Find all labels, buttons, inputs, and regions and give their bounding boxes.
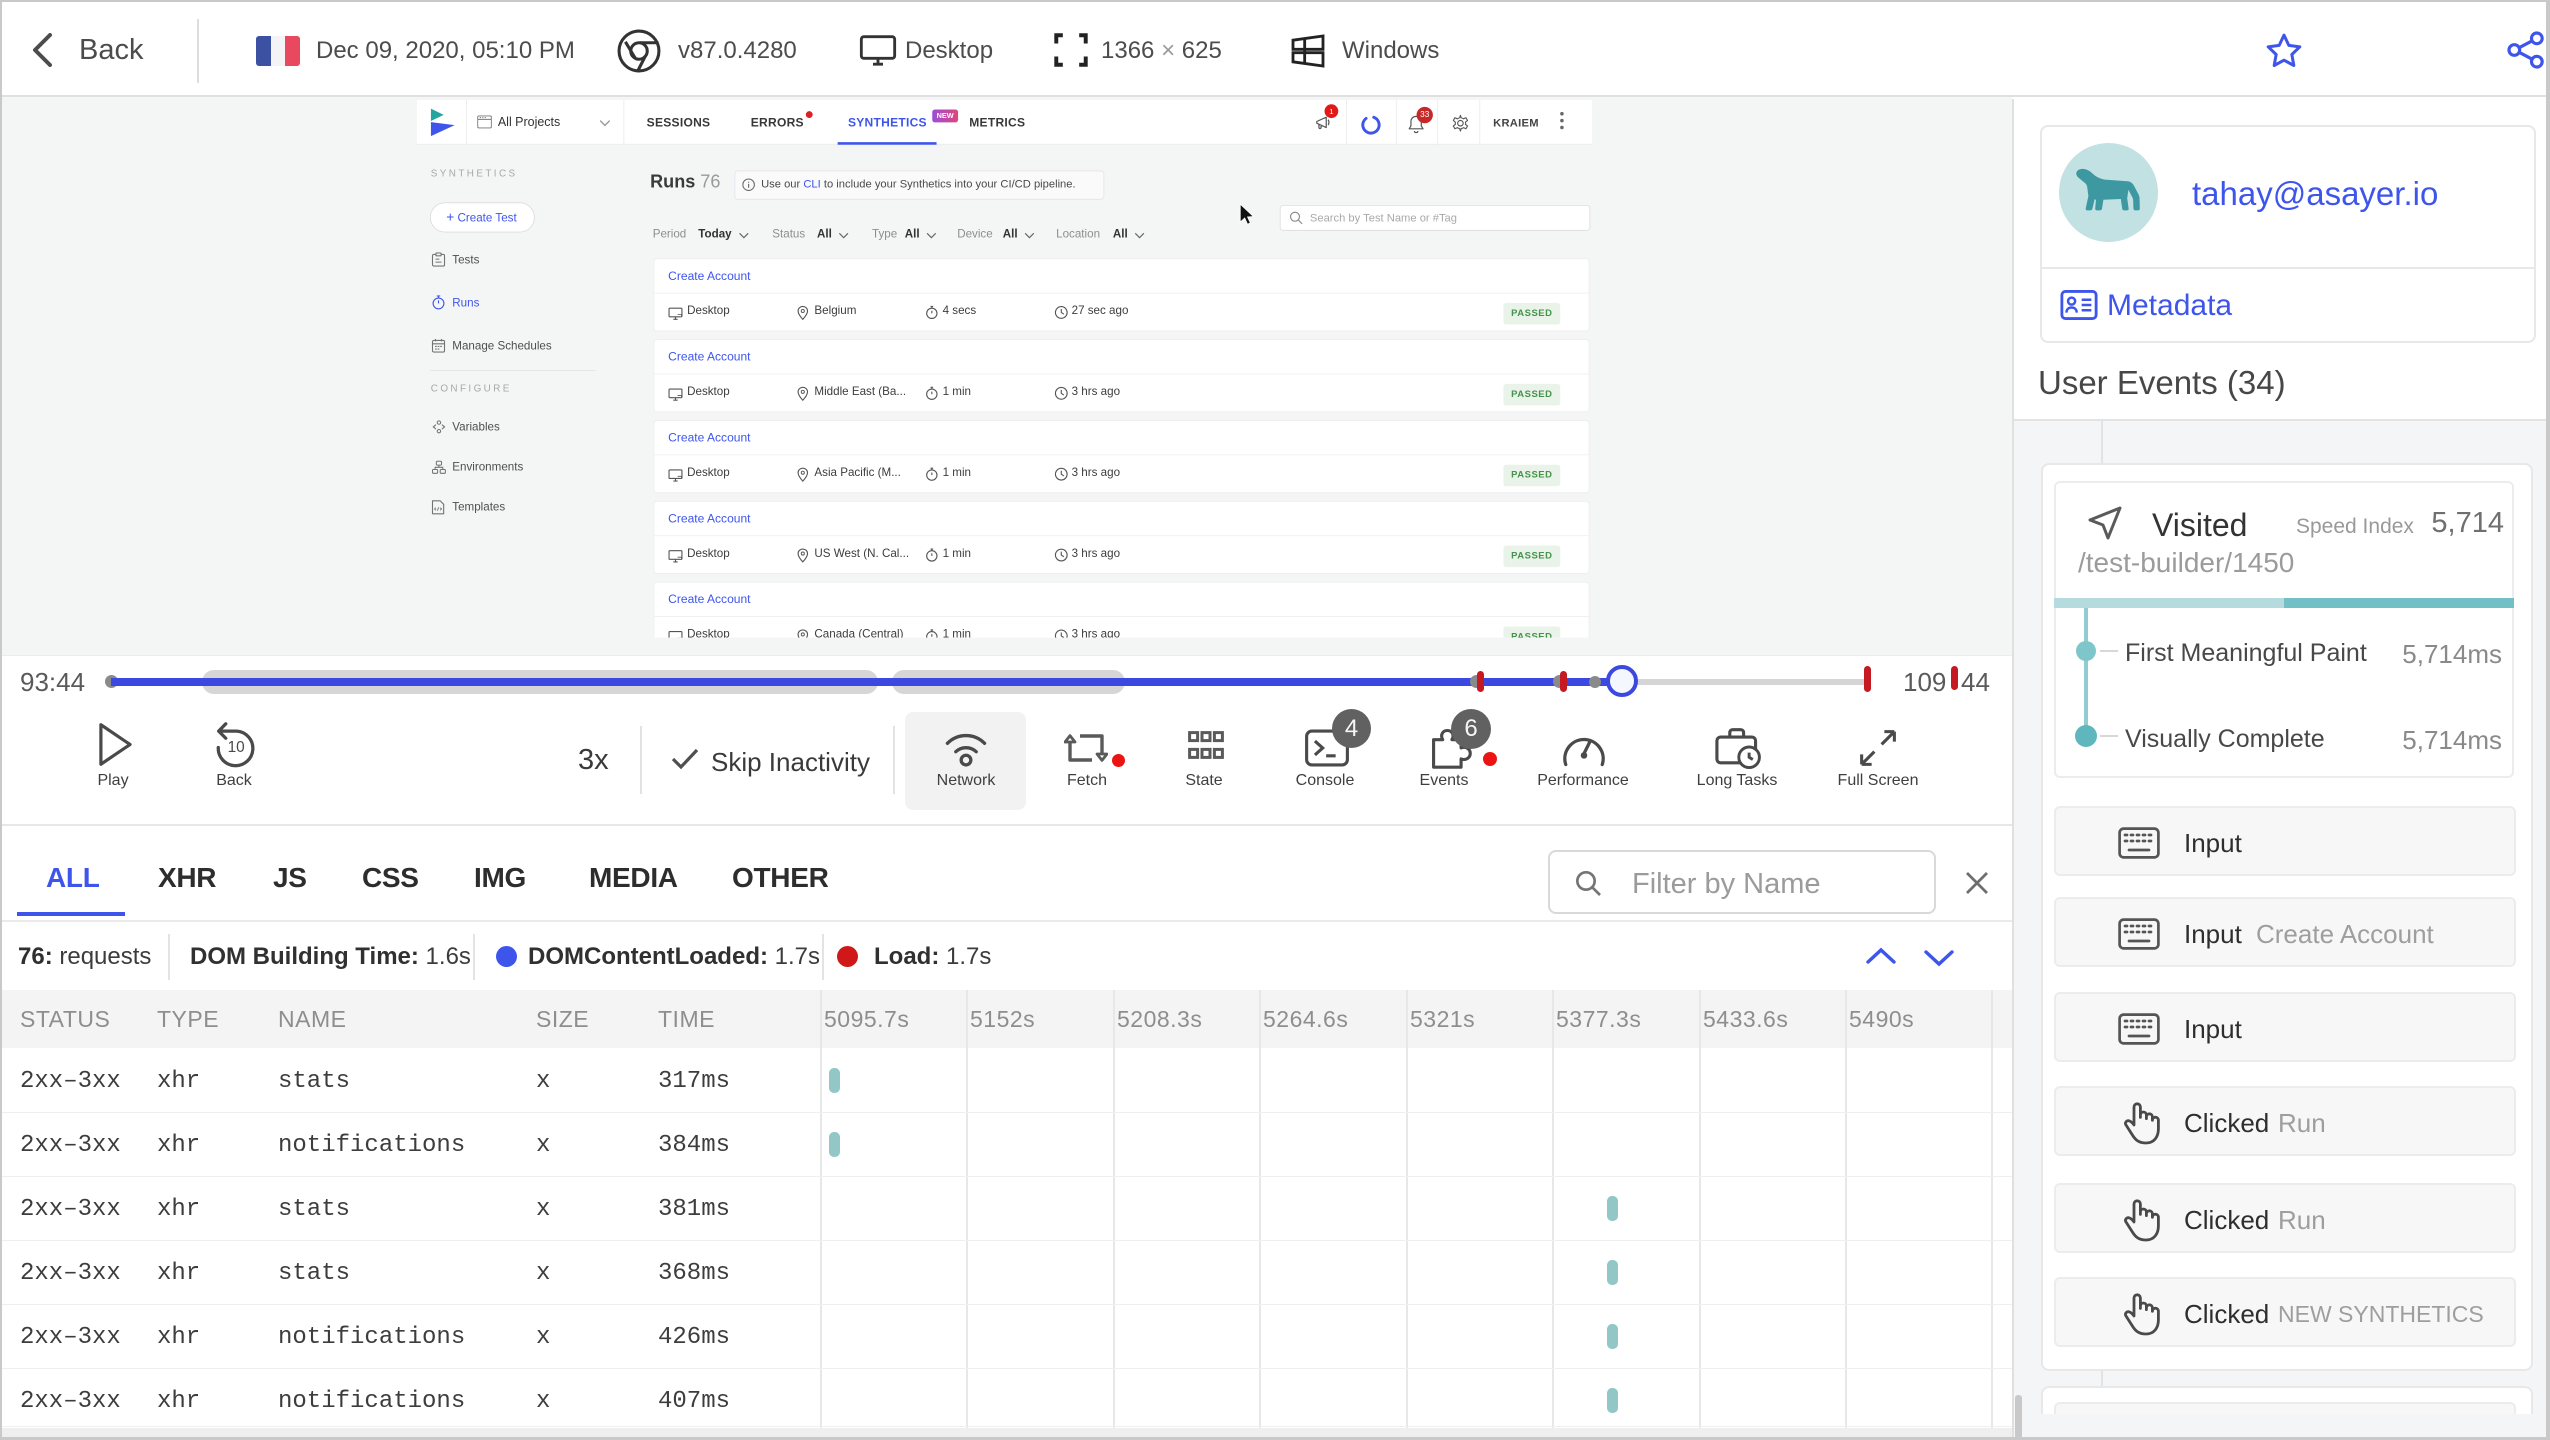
- svg-text:10: 10: [228, 739, 245, 756]
